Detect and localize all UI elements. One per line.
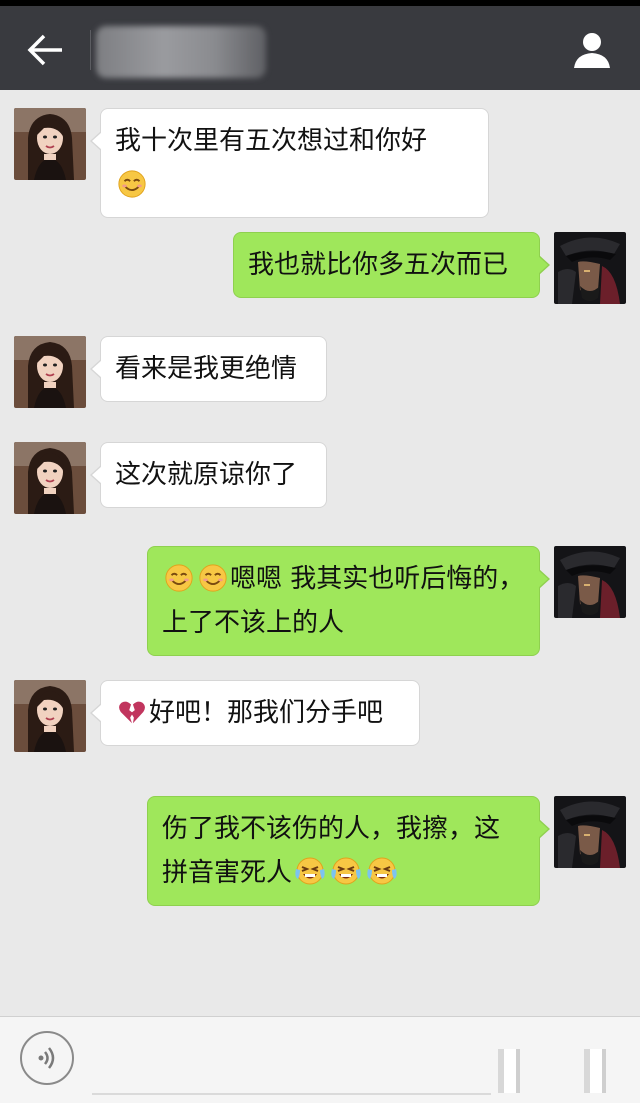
input-bar <box>0 1016 640 1103</box>
avatar-contact[interactable] <box>14 442 86 514</box>
avatar-contact[interactable] <box>14 108 86 180</box>
emoji-icon <box>498 1049 520 1093</box>
message-text: 我也就比你多五次而已 <box>248 250 509 280</box>
message-bubble-outgoing[interactable]: 嗯嗯 我其实也听后悔的，上了不该上的人 <box>147 546 550 656</box>
chat-title <box>96 26 266 78</box>
voice-button[interactable] <box>20 1031 74 1085</box>
more-icon <box>584 1049 606 1093</box>
message-input[interactable] <box>92 1031 491 1095</box>
smile-icon <box>117 169 147 199</box>
message-bubble-outgoing[interactable]: 伤了我不该伤的人，我擦，这拼音害死人 <box>147 796 550 906</box>
message-row: 嗯嗯 我其实也听后悔的，上了不该上的人 <box>0 546 640 656</box>
message-row: 我也就比你多五次而已 <box>0 232 640 312</box>
avatar-self[interactable] <box>554 232 626 304</box>
tears-of-joy-icon <box>330 855 362 887</box>
voice-icon <box>38 1047 55 1069</box>
message-text: 好吧！那我们分手吧 <box>149 698 384 728</box>
contact-photo <box>14 108 86 180</box>
blush-smile-icon <box>164 563 194 593</box>
message-text: 看来是我更绝情 <box>115 354 298 384</box>
message-row: 看来是我更绝情 <box>0 336 640 416</box>
message-text: 我十次里有五次想过和你好 <box>115 126 428 156</box>
back-button[interactable] <box>24 30 68 70</box>
self-photo <box>554 546 626 618</box>
avatar-contact[interactable] <box>14 680 86 752</box>
person-icon <box>574 33 610 68</box>
chat-info-button[interactable] <box>570 28 614 72</box>
message-bubble-incoming[interactable]: 好吧！那我们分手吧 <box>90 680 420 746</box>
tears-of-joy-icon <box>294 855 326 887</box>
contact-photo <box>14 680 86 752</box>
message-row: 这次就原谅你了 <box>0 442 640 522</box>
arrow-left-icon <box>27 34 62 66</box>
blush-smile-icon <box>198 563 228 593</box>
title-divider <box>90 30 91 70</box>
contact-photo <box>14 336 86 408</box>
emoji-button[interactable] <box>494 1045 524 1097</box>
self-photo <box>554 796 626 868</box>
message-row: 我十次里有五次想过和你好 <box>0 108 640 218</box>
self-photo <box>554 232 626 304</box>
broken-heart-icon <box>117 697 147 727</box>
avatar-contact[interactable] <box>14 336 86 408</box>
message-row: 好吧！那我们分手吧 <box>0 680 640 760</box>
message-text: 这次就原谅你了 <box>115 460 298 490</box>
message-bubble-incoming[interactable]: 我十次里有五次想过和你好 <box>90 108 489 218</box>
message-list[interactable]: 我十次里有五次想过和你好 我也就比你多五次而已 看来是我更绝情 这次就原谅你了 <box>0 90 640 1016</box>
avatar-self[interactable] <box>554 796 626 868</box>
avatar-self[interactable] <box>554 546 626 618</box>
contact-photo <box>14 442 86 514</box>
status-strip <box>0 0 640 6</box>
message-row: 伤了我不该伤的人，我擦，这拼音害死人 <box>0 796 640 908</box>
more-button[interactable] <box>580 1045 610 1097</box>
message-bubble-incoming[interactable]: 看来是我更绝情 <box>90 336 327 402</box>
message-bubble-incoming[interactable]: 这次就原谅你了 <box>90 442 327 508</box>
message-bubble-outgoing[interactable]: 我也就比你多五次而已 <box>233 232 550 298</box>
header-bar <box>0 0 640 90</box>
tears-of-joy-icon <box>366 855 398 887</box>
